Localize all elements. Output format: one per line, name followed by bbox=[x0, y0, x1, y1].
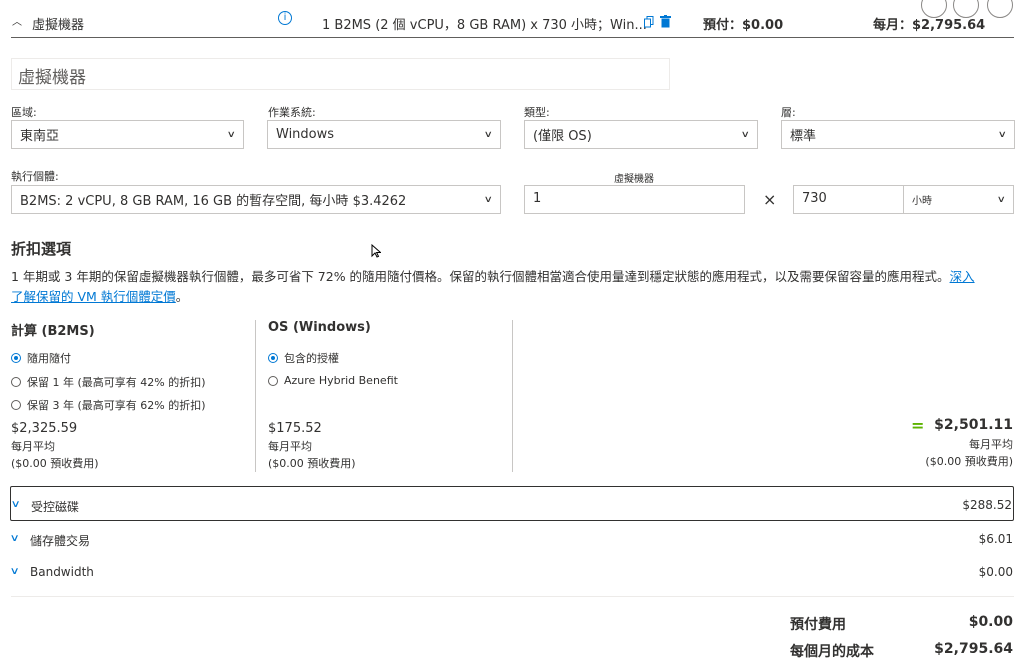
top-action-circle-3[interactable] bbox=[987, 0, 1013, 18]
chevron-down-icon: ∨ bbox=[998, 129, 1008, 140]
option-label: 保留 3 年 (最高可享有 62% 的折扣) bbox=[27, 399, 206, 412]
managed-disks-row[interactable]: ∨ 受控磁碟 $288.52 bbox=[10, 486, 1014, 521]
section-header-title[interactable]: 虛擬機器 bbox=[32, 14, 84, 33]
total-price-sub: 每月平均 bbox=[969, 438, 1013, 451]
multiply-sign: × bbox=[763, 190, 777, 209]
row-label: 受控磁碟 bbox=[31, 500, 80, 514]
info-icon[interactable]: i bbox=[278, 11, 292, 25]
collapse-chevron-icon[interactable]: ︿ bbox=[12, 13, 22, 28]
equals-sign: = bbox=[911, 416, 925, 435]
compute-option-3yr[interactable]: 保留 3 年 (最高可享有 62% 的折扣) bbox=[11, 397, 206, 413]
total-price: $2,501.11 bbox=[934, 417, 1013, 433]
tier-select[interactable]: 標準 ∨ bbox=[781, 120, 1015, 149]
radio-icon[interactable] bbox=[11, 400, 21, 410]
instance-select[interactable]: B2MS: 2 vCPU, 8 GB RAM, 16 GB 的暫存空間, 每小時… bbox=[11, 185, 501, 214]
discount-desc-end: 。 bbox=[175, 289, 189, 304]
os-price-sub: 每月平均 bbox=[268, 440, 312, 453]
column-divider bbox=[255, 320, 256, 472]
instance-value: B2MS: 2 vCPU, 8 GB RAM, 16 GB 的暫存空間, 每小時… bbox=[20, 194, 407, 209]
option-label: 保留 1 年 (最高可享有 42% 的折扣) bbox=[27, 376, 206, 389]
radio-icon[interactable] bbox=[268, 375, 278, 386]
os-price: $175.52 bbox=[268, 421, 322, 436]
os-column-title: OS (Windows) bbox=[268, 320, 371, 335]
compute-price-sub: 每月平均 bbox=[11, 440, 55, 453]
os-option-hybrid[interactable]: Azure Hybrid Benefit bbox=[268, 374, 398, 387]
type-select[interactable]: (僅限 OS) ∨ bbox=[524, 120, 758, 149]
copy-icon[interactable] bbox=[644, 16, 654, 28]
name-input[interactable]: 虛擬機器 bbox=[11, 58, 670, 90]
upfront-cost-label: 預付費用 bbox=[790, 617, 846, 633]
os-option-license[interactable]: 包含的授權 bbox=[268, 350, 339, 366]
radio-selected-icon[interactable] bbox=[11, 353, 21, 363]
total-price-note: ($0.00 預收費用) bbox=[925, 455, 1013, 468]
chevron-down-icon: ∨ bbox=[484, 129, 494, 140]
option-label: 包含的授權 bbox=[284, 352, 339, 365]
discount-description: 1 年期或 3 年期的保留虛擬機器執行個體，最多可省下 72% 的隨用隨付價格。… bbox=[11, 267, 1014, 307]
summary-divider bbox=[11, 596, 1014, 597]
type-label: 類型: bbox=[524, 106, 550, 119]
compute-option-paygo[interactable]: 隨用隨付 bbox=[11, 350, 71, 366]
reserved-vm-link[interactable]: 了解保留的 VM 執行個體定價 bbox=[11, 289, 176, 304]
type-value: (僅限 OS) bbox=[533, 129, 592, 144]
compute-title: 計算 (B2MS) bbox=[11, 324, 95, 339]
monthly-cost-label: 每個月的成本 bbox=[790, 644, 874, 660]
storage-transactions-row[interactable]: ∨ 儲存體交易 $6.01 bbox=[10, 528, 1014, 552]
instance-label: 執行個體: bbox=[11, 170, 59, 183]
os-select[interactable]: Windows ∨ bbox=[267, 120, 501, 149]
compute-option-1yr[interactable]: 保留 1 年 (最高可享有 42% 的折扣) bbox=[11, 374, 206, 390]
discount-title: 折扣選項 bbox=[11, 240, 72, 258]
header-summary: 1 B2MS (2 個 vCPU，8 GB RAM) x 730 小時；Win.… bbox=[322, 18, 647, 33]
row-label: Bandwidth bbox=[30, 565, 94, 579]
delete-icon[interactable] bbox=[660, 15, 671, 28]
os-label: 作業系統: bbox=[268, 106, 316, 119]
discount-desc-text: 1 年期或 3 年期的保留虛擬機器執行個體，最多可省下 72% 的隨用隨付價格。… bbox=[11, 269, 950, 284]
hours-unit-select[interactable]: 小時 ∨ bbox=[903, 185, 1014, 214]
tier-label: 層: bbox=[781, 106, 796, 119]
monthly-cost-value: $2,795.64 bbox=[934, 641, 1013, 657]
vm-count-label: 虛擬機器 bbox=[614, 174, 654, 185]
region-select[interactable]: 東南亞 ∨ bbox=[11, 120, 244, 149]
os-value: Windows bbox=[276, 127, 335, 142]
hours-input[interactable]: 730 bbox=[793, 185, 904, 214]
radio-selected-icon[interactable] bbox=[268, 353, 278, 363]
header-divider bbox=[11, 37, 1014, 38]
os-price-note: ($0.00 預收費用) bbox=[268, 457, 356, 470]
option-label: 隨用隨付 bbox=[27, 352, 71, 365]
header-upfront: 預付：$0.00 bbox=[703, 18, 784, 33]
region-value: 東南亞 bbox=[20, 129, 60, 144]
row-value: $288.52 bbox=[962, 498, 1012, 512]
hours-unit-value: 小時 bbox=[912, 196, 932, 207]
chevron-down-icon: ∨ bbox=[997, 194, 1007, 205]
bandwidth-row[interactable]: ∨ Bandwidth $0.00 bbox=[10, 561, 1014, 585]
reserved-vm-link-part1[interactable]: 深入 bbox=[950, 269, 975, 284]
mouse-cursor-icon bbox=[371, 244, 381, 258]
chevron-down-icon: ∨ bbox=[227, 129, 237, 140]
upfront-cost-value: $0.00 bbox=[968, 614, 1013, 630]
header-monthly: 每月：$2,795.64 bbox=[873, 18, 986, 33]
chevron-down-icon: ∨ bbox=[9, 566, 20, 577]
chevron-down-icon: ∨ bbox=[484, 194, 494, 205]
row-value: $6.01 bbox=[978, 532, 1013, 546]
compute-price-note: ($0.00 預收費用) bbox=[11, 457, 99, 470]
chevron-down-icon: ∨ bbox=[9, 533, 20, 544]
row-value: $0.00 bbox=[978, 565, 1013, 579]
tier-value: 標準 bbox=[790, 129, 817, 144]
chevron-down-icon: ∨ bbox=[10, 499, 21, 510]
row-label: 儲存體交易 bbox=[30, 534, 91, 548]
column-divider bbox=[512, 320, 513, 472]
vm-count-input[interactable]: 1 bbox=[524, 185, 745, 214]
region-label: 區域: bbox=[11, 106, 37, 119]
radio-icon[interactable] bbox=[11, 377, 21, 387]
chevron-down-icon: ∨ bbox=[741, 129, 751, 140]
option-label: Azure Hybrid Benefit bbox=[284, 374, 398, 387]
compute-price: $2,325.59 bbox=[11, 421, 78, 436]
